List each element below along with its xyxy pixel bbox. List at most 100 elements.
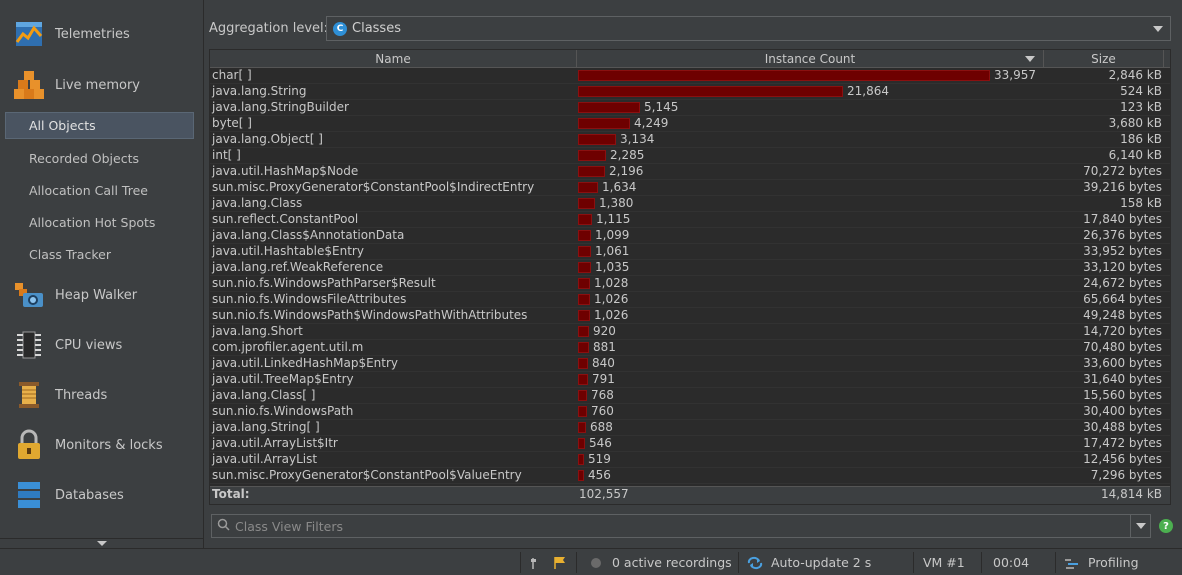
- table-row[interactable]: sun.misc.ProxyGenerator$ConstantPool$Val…: [210, 468, 1170, 484]
- sub-item-allocation-hot-spots[interactable]: Allocation Hot Spots: [0, 206, 203, 238]
- column-header-size[interactable]: Size: [1044, 50, 1164, 67]
- aggregation-select[interactable]: C Classes: [326, 16, 1171, 41]
- sidebar: Telemetries Live memory All Objects Reco…: [0, 0, 204, 548]
- instance-count-cell: 840: [577, 356, 1044, 371]
- nav-telemetries[interactable]: Telemetries: [0, 0, 203, 60]
- nav-heap-walker[interactable]: Heap Walker: [0, 270, 203, 320]
- auto-update-status[interactable]: Auto-update 2 s: [771, 549, 871, 575]
- instance-count-cell: 760: [577, 404, 1044, 419]
- bookmark-icon[interactable]: [530, 549, 546, 575]
- class-name-cell: java.lang.Class[ ]: [212, 388, 316, 402]
- instance-count-cell: 3,134: [577, 132, 1044, 147]
- table-row[interactable]: java.lang.Object[ ] 3,134 186 kB: [210, 132, 1170, 148]
- active-recordings-status[interactable]: 0 active recordings: [612, 549, 732, 575]
- table-row[interactable]: java.lang.Class 1,380 158 kB: [210, 196, 1170, 212]
- class-view-filter-input[interactable]: Class View Filters: [211, 514, 1151, 538]
- class-name-cell: java.util.ArrayList$Itr: [212, 436, 338, 450]
- total-size: 14,814 kB: [1101, 487, 1162, 501]
- class-name-cell: java.lang.Object[ ]: [212, 132, 323, 146]
- instance-count-bar: [578, 102, 640, 113]
- table-row[interactable]: sun.reflect.ConstantPool 1,115 17,840 byte…: [210, 212, 1170, 228]
- table-row[interactable]: java.util.TreeMap$Entry 791 31,640 bytes: [210, 372, 1170, 388]
- filter-dropdown-button[interactable]: [1130, 515, 1150, 537]
- size-cell: 14,720 bytes: [1083, 324, 1162, 338]
- nav-live-memory[interactable]: Live memory: [0, 60, 203, 110]
- table-row[interactable]: java.util.LinkedHashMap$Entry 840 33,600 b…: [210, 356, 1170, 372]
- column-header-name[interactable]: Name: [210, 50, 577, 67]
- table-row[interactable]: java.util.ArrayList$Itr 546 17,472 bytes: [210, 436, 1170, 452]
- table-row[interactable]: sun.nio.fs.WindowsPathParser$Result 1,028…: [210, 276, 1170, 292]
- class-name-cell: java.lang.Class: [212, 196, 303, 210]
- status-separator: [1055, 552, 1056, 573]
- table-row[interactable]: java.util.ArrayList 519 12,456 bytes: [210, 452, 1170, 468]
- sub-item-class-tracker[interactable]: Class Tracker: [0, 238, 203, 270]
- table-row[interactable]: char[ ] 33,957 2,846 kB: [210, 68, 1170, 84]
- size-cell: 3,680 kB: [1108, 116, 1162, 130]
- size-cell: 33,120 bytes: [1083, 260, 1162, 274]
- table-row[interactable]: java.lang.String[ ] 688 30,488 bytes: [210, 420, 1170, 436]
- column-header-instance-count[interactable]: Instance Count: [577, 50, 1044, 67]
- status-separator: [738, 552, 739, 573]
- class-name-cell: java.lang.String[ ]: [212, 420, 320, 434]
- instance-count-value: 1,061: [595, 244, 630, 258]
- sub-item-all-objects[interactable]: All Objects: [5, 112, 194, 139]
- instance-count-cell: 1,099: [577, 228, 1044, 243]
- nav-monitors-locks[interactable]: Monitors & locks: [0, 420, 203, 470]
- instance-count-value: 881: [593, 340, 616, 354]
- sidebar-scroll-down-button[interactable]: [0, 538, 203, 548]
- table-row[interactable]: sun.nio.fs.WindowsPath 760 30,400 bytes: [210, 404, 1170, 420]
- class-name-cell: java.util.TreeMap$Entry: [212, 372, 354, 386]
- threads-icon: [12, 378, 46, 412]
- class-name-cell: java.lang.Short: [212, 324, 303, 338]
- table-row[interactable]: java.lang.StringBuilder 5,145 123 kB: [210, 100, 1170, 116]
- class-name-cell: sun.reflect.ConstantPool: [212, 212, 359, 226]
- table-row[interactable]: java.lang.String 21,864 524 kB: [210, 84, 1170, 100]
- table-row[interactable]: java.lang.Class$AnnotationData 1,099 26,37…: [210, 228, 1170, 244]
- nav-cpu-views[interactable]: CPU views: [0, 320, 203, 370]
- table-row[interactable]: sun.nio.fs.WindowsFileAttributes 1,026 65,…: [210, 292, 1170, 308]
- instance-count-value: 5,145: [644, 100, 679, 114]
- instance-count-value: 1,028: [594, 276, 629, 290]
- total-label: Total:: [212, 487, 250, 501]
- flag-icon[interactable]: [552, 549, 568, 575]
- table-row[interactable]: java.lang.ref.WeakReference 1,035 33,120 b…: [210, 260, 1170, 276]
- class-name-cell: sun.nio.fs.WindowsPath$WindowsPathWithAt…: [212, 308, 528, 322]
- nav-threads[interactable]: Threads: [0, 370, 203, 420]
- table-row[interactable]: sun.misc.ProxyGenerator$ConstantPool$Ind…: [210, 180, 1170, 196]
- table-row[interactable]: sun.nio.fs.WindowsPath$WindowsPathWithAt…: [210, 308, 1170, 324]
- class-name-cell: java.lang.StringBuilder: [212, 100, 349, 114]
- table-row[interactable]: java.util.HashMap$Node 2,196 70,272 bytes: [210, 164, 1170, 180]
- nav-databases[interactable]: Databases: [0, 470, 203, 520]
- instance-count-bar: [578, 262, 591, 273]
- size-cell: 186 kB: [1120, 132, 1162, 146]
- table-row[interactable]: java.lang.Class[ ] 768 15,560 bytes: [210, 388, 1170, 404]
- class-name-cell: int[ ]: [212, 148, 241, 162]
- instance-count-bar: [578, 374, 588, 385]
- instance-count-cell: 688: [577, 420, 1044, 435]
- instance-count-bar: [578, 406, 587, 417]
- table-row[interactable]: com.jprofiler.agent.util.m 881 70,480 byte…: [210, 340, 1170, 356]
- elapsed-time: 00:04: [993, 555, 1030, 570]
- instance-count-value: 1,380: [599, 196, 634, 210]
- profiling-status[interactable]: Profiling: [1088, 549, 1139, 575]
- instance-count-cell: 1,035: [577, 260, 1044, 275]
- table-row[interactable]: java.util.Hashtable$Entry 1,061 33,952 byt…: [210, 244, 1170, 260]
- size-cell: 49,248 bytes: [1083, 308, 1162, 322]
- instance-count-bar: [578, 166, 605, 177]
- instance-count-value: 1,026: [594, 292, 629, 306]
- profiling-icon: [1064, 549, 1080, 575]
- size-cell: 70,272 bytes: [1083, 164, 1162, 178]
- table-row[interactable]: java.lang.Short 920 14,720 bytes: [210, 324, 1170, 340]
- table-row[interactable]: int[ ] 2,285 6,140 kB: [210, 148, 1170, 164]
- instance-count-bar: [578, 70, 990, 81]
- sub-item-recorded-objects[interactable]: Recorded Objects: [0, 142, 203, 174]
- instance-count-bar: [578, 342, 589, 353]
- help-icon[interactable]: ?: [1159, 519, 1173, 533]
- class-icon: C: [333, 21, 347, 36]
- class-name-cell: sun.misc.ProxyGenerator$ConstantPool$Val…: [212, 468, 522, 482]
- class-name-cell: sun.nio.fs.WindowsFileAttributes: [212, 292, 407, 306]
- table-row[interactable]: byte[ ] 4,249 3,680 kB: [210, 116, 1170, 132]
- instance-count-cell: 21,864: [577, 84, 1044, 99]
- sub-item-allocation-call-tree[interactable]: Allocation Call Tree: [0, 174, 203, 206]
- nav-live-memory-label: Live memory: [55, 77, 140, 93]
